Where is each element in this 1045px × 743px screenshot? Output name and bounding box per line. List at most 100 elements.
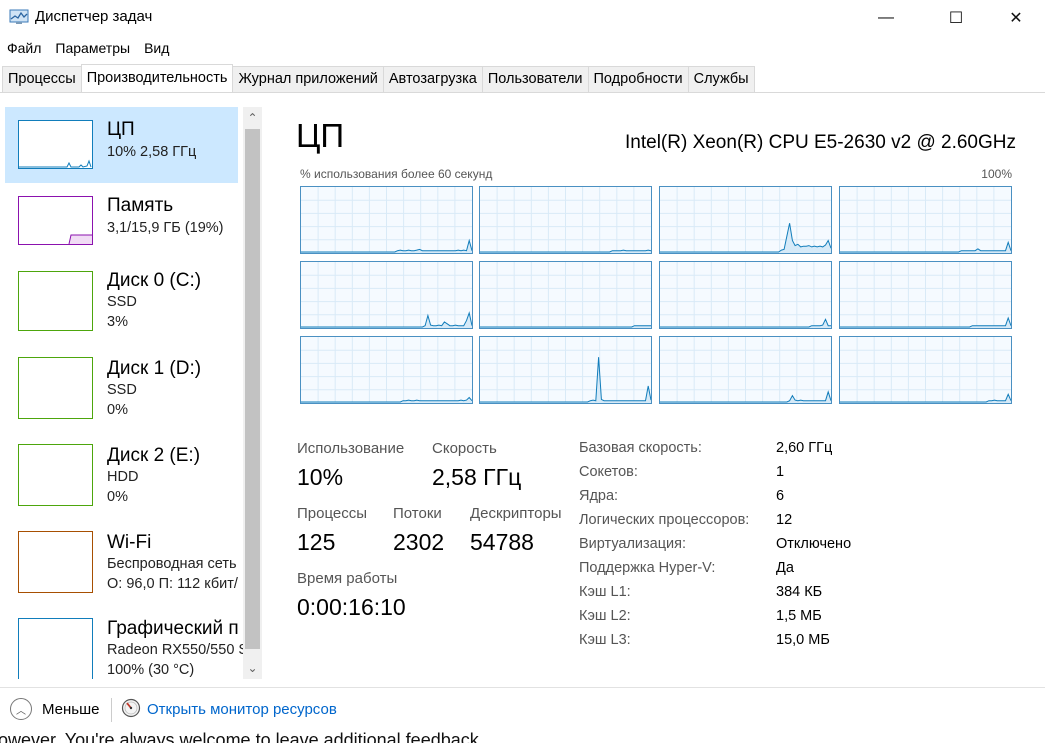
core-graph-0	[300, 186, 473, 254]
core-graphs-grid[interactable]	[300, 186, 1014, 407]
sidebar-item-type: HDD	[107, 469, 139, 485]
open-resource-monitor-link[interactable]: Открыть монитор ресурсов	[147, 701, 337, 718]
tab-processes[interactable]: Процессы	[2, 66, 82, 92]
sidebar-item-disk-1[interactable]: Диск 1 (D:) SSD 0%	[5, 349, 238, 436]
sidebar-item-detail: 0%	[107, 489, 128, 505]
chevron-up-icon: ︿	[10, 698, 32, 720]
core-graph-1	[479, 186, 652, 254]
cpu-thumbnail	[18, 120, 93, 169]
graph-max-label: 100%	[981, 167, 1012, 181]
wifi-thumbnail	[18, 531, 93, 593]
virtualization-label: Виртуализация:	[579, 536, 687, 552]
menu-file[interactable]: Файл	[0, 36, 48, 60]
maximize-button[interactable]: ☐	[933, 0, 979, 36]
tab-performance[interactable]: Производительность	[80, 64, 234, 92]
sidebar-item-cpu[interactable]: ЦП 10% 2,58 ГГц	[5, 107, 238, 183]
l2-cache-label: Кэш L2:	[579, 608, 631, 624]
tab-app-history[interactable]: Журнал приложений	[232, 66, 384, 92]
tab-users[interactable]: Пользователи	[481, 66, 589, 92]
scroll-down-icon[interactable]: ⌄	[243, 659, 262, 679]
bottom-bar: ︿ Меньше Открыть монитор ресурсов	[0, 688, 1045, 732]
sidebar-scrollbar[interactable]: ⌃ ⌄	[243, 107, 262, 679]
sidebar-item-detail: 10% 2,58 ГГц	[107, 144, 197, 160]
threads-value: 2302	[393, 529, 445, 555]
core-graph-7	[839, 261, 1012, 329]
sidebar-item-title: Wi-Fi	[107, 532, 152, 553]
task-manager-icon	[9, 9, 29, 24]
base-speed-value: 2,60 ГГц	[776, 440, 833, 456]
speed-value: 2,58 ГГц	[432, 464, 522, 490]
usage-value: 10%	[297, 464, 344, 490]
page-title: ЦП	[296, 117, 345, 154]
logical-processors-value: 12	[776, 512, 793, 528]
fewer-details-button[interactable]: ︿ Меньше	[10, 698, 99, 720]
hyperv-value: Да	[776, 560, 794, 576]
base-speed-label: Базовая скорость:	[579, 440, 702, 456]
virtualization-value: Отключено	[776, 536, 852, 552]
menu-view[interactable]: Вид	[137, 36, 176, 60]
cores-label: Ядра:	[579, 488, 619, 504]
processes-label: Процессы	[297, 505, 368, 522]
memory-thumbnail	[18, 196, 93, 245]
tab-bar: Процессы Производительность Журнал прило…	[2, 64, 755, 93]
speed-label: Скорость	[432, 440, 497, 457]
core-graph-6	[659, 261, 832, 329]
core-graph-3	[839, 186, 1012, 254]
gpu-thumbnail	[18, 618, 93, 679]
sidebar-item-detail: О: 96,0 П: 112 кбит/	[107, 576, 238, 592]
sockets-value: 1	[776, 464, 785, 480]
disk2-thumbnail	[18, 444, 93, 506]
menu-options[interactable]: Параметры	[48, 36, 137, 60]
background-text: owever. You're always welcome to leave a…	[0, 730, 484, 743]
l2-cache-value: 1,5 МБ	[776, 608, 822, 624]
handles-value: 54788	[470, 529, 534, 555]
l3-cache-value: 15,0 МБ	[776, 632, 830, 648]
title-bar: Диспетчер задач — ☐ ✕	[0, 0, 1045, 36]
core-graph-4	[300, 261, 473, 329]
sidebar-item-type: Radeon RX550/550 S	[107, 642, 243, 658]
sidebar-item-type: Беспроводная сеть	[107, 556, 237, 572]
core-graph-2	[659, 186, 832, 254]
scroll-up-icon[interactable]: ⌃	[243, 107, 262, 127]
core-graph-10	[659, 336, 832, 404]
sidebar-item-disk-0[interactable]: Диск 0 (C:) SSD 3%	[5, 261, 238, 349]
sidebar-item-type: SSD	[107, 382, 137, 398]
cpu-model: Intel(R) Xeon(R) CPU E5-2630 v2 @ 2.60GH…	[625, 132, 1016, 153]
separator	[111, 698, 112, 722]
core-graph-8	[300, 336, 473, 404]
minimize-button[interactable]: —	[863, 0, 909, 36]
sidebar-item-gpu[interactable]: Графический п Radeon RX550/550 S 100% (3…	[5, 610, 243, 679]
window-title: Диспетчер задач	[35, 8, 153, 25]
hyperv-label: Поддержка Hyper-V:	[579, 560, 716, 576]
sidebar-item-detail: 3%	[107, 314, 128, 330]
tab-services[interactable]: Службы	[687, 66, 755, 92]
sidebar-item-title: Диск 2 (E:)	[107, 445, 201, 466]
threads-label: Потоки	[393, 505, 442, 522]
resource-monitor-icon	[121, 698, 141, 718]
scroll-thumb[interactable]	[245, 129, 260, 649]
handles-label: Дескрипторы	[470, 505, 562, 522]
sidebar-item-wifi[interactable]: Wi-Fi Беспроводная сеть О: 96,0 П: 112 к…	[5, 523, 238, 610]
menu-bar: Файл Параметры Вид	[0, 36, 1045, 60]
l1-cache-label: Кэш L1:	[579, 584, 631, 600]
graph-caption: % использования более 60 секунд	[300, 167, 493, 181]
l1-cache-value: 384 КБ	[776, 584, 823, 600]
cores-value: 6	[776, 488, 785, 504]
sidebar-item-title: ЦП	[107, 119, 135, 140]
tab-divider	[0, 92, 1045, 93]
l3-cache-label: Кэш L3:	[579, 632, 631, 648]
disk0-thumbnail	[18, 271, 93, 331]
uptime-label: Время работы	[297, 570, 398, 587]
tab-details[interactable]: Подробности	[587, 66, 689, 92]
sidebar-item-memory[interactable]: Память 3,1/15,9 ГБ (19%)	[5, 183, 238, 261]
close-button[interactable]: ✕	[993, 0, 1039, 36]
sidebar-item-detail: 3,1/15,9 ГБ (19%)	[107, 220, 224, 236]
sidebar-item-detail: 100% (30 °C)	[107, 662, 195, 678]
fewer-details-label: Меньше	[42, 700, 100, 718]
tab-startup[interactable]: Автозагрузка	[382, 66, 483, 92]
sidebar-item-disk-2[interactable]: Диск 2 (E:) HDD 0%	[5, 436, 238, 523]
sidebar-item-detail: 0%	[107, 402, 128, 418]
core-graph-11	[839, 336, 1012, 404]
sidebar-item-title: Память	[107, 195, 174, 216]
usage-label: Использование	[297, 440, 405, 457]
